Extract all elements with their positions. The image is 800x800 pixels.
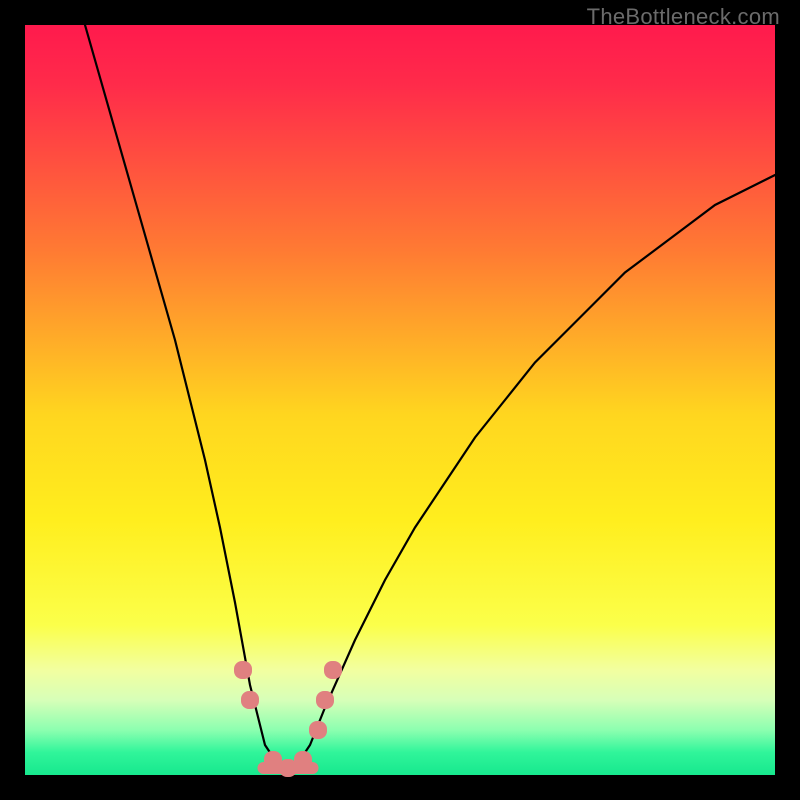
curve-marker bbox=[324, 661, 342, 679]
curve-marker bbox=[241, 691, 259, 709]
bottleneck-curve bbox=[25, 25, 775, 775]
plot-area bbox=[25, 25, 775, 775]
curve-marker bbox=[234, 661, 252, 679]
curve-marker bbox=[316, 691, 334, 709]
curve-marker-bar bbox=[257, 762, 318, 774]
chart-frame: TheBottleneck.com bbox=[0, 0, 800, 800]
watermark-text: TheBottleneck.com bbox=[587, 4, 780, 30]
curve-marker bbox=[309, 721, 327, 739]
